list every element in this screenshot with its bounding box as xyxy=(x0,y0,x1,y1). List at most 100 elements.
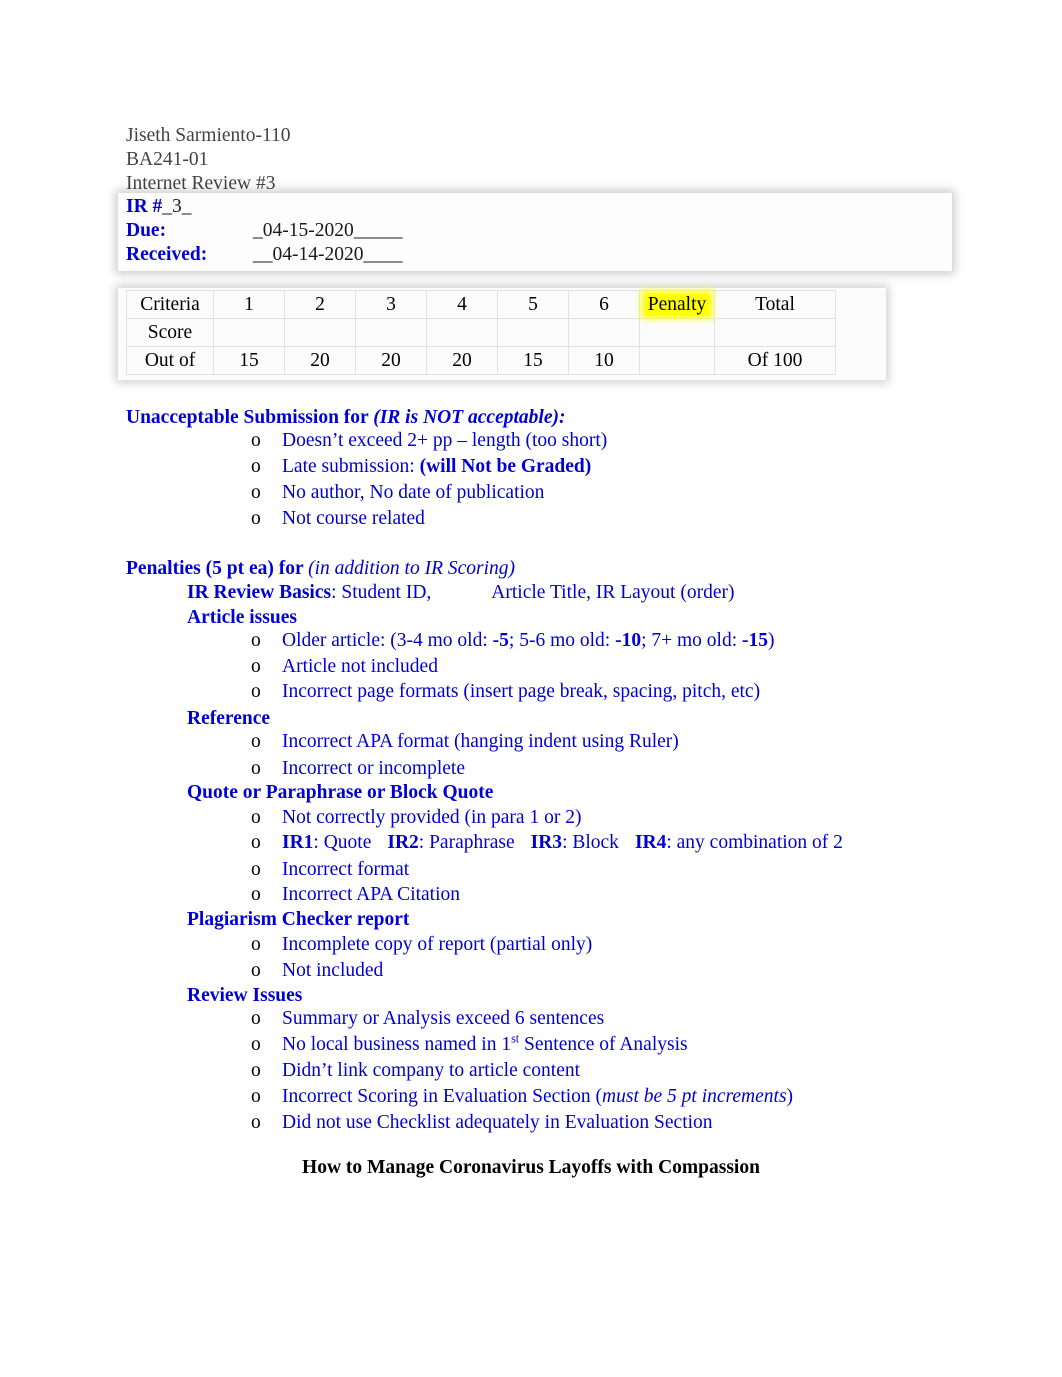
older-article-value-3: -15 xyxy=(742,630,768,651)
outof-col-5: 15 xyxy=(497,346,569,375)
list-item: o Incorrect page formats (insert page br… xyxy=(251,679,760,704)
older-article-end: ) xyxy=(768,630,775,651)
bullet-marker-icon: o xyxy=(251,807,261,828)
ir-number-line: IR #_3_ xyxy=(126,195,403,219)
subheading-review-issues: Review Issues xyxy=(187,985,303,1006)
older-article-mid-2: ; 7+ mo old: xyxy=(641,630,742,651)
quote-ir4-rest: : any combination of 2 xyxy=(666,832,843,853)
list-item: o Incorrect APA Citation xyxy=(251,882,460,907)
quote-item-3: Incorrect format xyxy=(282,859,410,880)
bullet-marker-icon: o xyxy=(251,508,261,529)
table-row-criteria: Criteria 1 2 3 4 5 6 Penalty Total xyxy=(126,290,836,319)
score-col-penalty[interactable] xyxy=(639,318,715,347)
outof-col-1: 15 xyxy=(213,346,285,375)
quote-ir2-label: IR2 xyxy=(387,832,419,853)
bullet-marker-icon: o xyxy=(251,630,261,651)
score-col-total[interactable] xyxy=(714,318,836,347)
ir-number-value: _3_ xyxy=(162,196,192,217)
unacceptable-heading-bold: Unacceptable Submission for xyxy=(126,407,374,428)
assignment-name: Internet Review #3 xyxy=(126,172,276,194)
list-item: o No local business named in 1st Sentenc… xyxy=(251,1032,688,1057)
bullet-marker-icon: o xyxy=(251,656,261,677)
article-item-1: Article not included xyxy=(282,656,438,677)
criteria-col-4: 4 xyxy=(426,290,498,319)
criteria-table-wrapper: Criteria 1 2 3 4 5 6 Penalty Total Score xyxy=(118,288,886,380)
bullet-marker-icon: o xyxy=(251,430,261,451)
bullet-marker-icon: o xyxy=(251,1034,261,1055)
article-item-2: Incorrect page formats (insert page brea… xyxy=(282,681,761,702)
list-item: o Not correctly provided (in para 1 or 2… xyxy=(251,805,581,830)
ir-number-label: IR # xyxy=(126,196,163,217)
score-col-5[interactable] xyxy=(497,318,569,347)
document-header: Jiseth Sarmiento-110 BA241-01 Internet R… xyxy=(126,124,290,195)
quote-ir3-rest: : Block xyxy=(562,832,619,853)
review-item-3: Didn’t link company to article content xyxy=(282,1060,581,1081)
quote-ir-mapping: IR1: Quote IR2: Paraphrase IR3: Block IR4: … xyxy=(282,830,843,855)
bullet-marker-icon: o xyxy=(251,832,261,853)
list-item: o Not course related xyxy=(251,506,425,531)
row-label-criteria: Criteria xyxy=(126,290,214,319)
list-item: o Not included xyxy=(251,958,383,983)
unacceptable-item-3: No author, No date of publication xyxy=(282,482,545,503)
unacceptable-item-1: Doesn’t exceed 2+ pp – length (too short… xyxy=(282,430,608,451)
criteria-col-3: 3 xyxy=(355,290,427,319)
review-item-4-post: ) xyxy=(786,1086,794,1107)
review-item-4: Incorrect Scoring in Evaluation Section … xyxy=(282,1084,793,1109)
list-item: o No author, No date of publication xyxy=(251,480,544,505)
bullet-marker-icon: o xyxy=(251,934,261,955)
plagiarism-item-2: Not included xyxy=(282,960,384,981)
bullet-marker-icon: o xyxy=(251,884,261,905)
course-code: BA241-01 xyxy=(126,148,209,170)
bullet-marker-icon: o xyxy=(251,731,261,752)
list-item: o Did not use Checklist adequately in Ev… xyxy=(251,1110,713,1135)
row-label-out-of: Out of xyxy=(126,346,214,375)
bullet-marker-icon: o xyxy=(251,1008,261,1029)
bullet-marker-icon: o xyxy=(251,482,261,503)
subheading-article-issues: Article issues xyxy=(187,607,297,628)
list-item: o Incorrect Scoring in Evaluation Sectio… xyxy=(251,1084,793,1109)
outof-col-6: 10 xyxy=(568,346,640,375)
penalties-heading-bold: Penalties (5 pt ea) for xyxy=(126,558,309,579)
received-line: Received: __04-14-2020____ xyxy=(126,243,403,267)
due-label: Due: xyxy=(126,220,167,242)
ir-info-box: IR #_3_ Due: _04-15-2020_____ Received: __… xyxy=(118,193,952,271)
penalty-highlight: Penalty xyxy=(644,294,710,315)
bullet-marker-icon: o xyxy=(251,681,261,702)
score-col-6[interactable] xyxy=(568,318,640,347)
review-item-2-pre: No local business named in 1 xyxy=(282,1034,512,1055)
list-item: o Summary or Analysis exceed 6 sentences xyxy=(251,1006,604,1031)
unacceptable-item-2-bold: (will Not be Graded) xyxy=(419,456,592,477)
outof-col-4: 20 xyxy=(426,346,498,375)
ir-review-basics-part1: : Student ID, xyxy=(331,582,432,603)
due-line: Due: _04-15-2020_____ xyxy=(126,219,403,243)
list-item: o Didn’t link company to article content xyxy=(251,1058,580,1083)
score-col-2[interactable] xyxy=(284,318,356,347)
row-label-score: Score xyxy=(126,318,214,347)
criteria-table: Criteria 1 2 3 4 5 6 Penalty Total Score xyxy=(126,290,836,375)
quote-item-1: Not correctly provided (in para 1 or 2) xyxy=(282,807,582,828)
quote-ir3-label: IR3 xyxy=(530,832,563,853)
review-item-5: Did not use Checklist adequately in Eval… xyxy=(282,1112,713,1133)
unacceptable-item-2: Late submission: (will Not be Graded) xyxy=(282,454,591,479)
quote-ir1-rest: : Quote xyxy=(313,832,372,853)
score-col-1[interactable] xyxy=(213,318,285,347)
score-col-4[interactable] xyxy=(426,318,498,347)
older-article-value-2: -10 xyxy=(615,630,642,651)
ir-info-lines: IR #_3_ Due: _04-15-2020_____ Received: __… xyxy=(126,195,403,268)
table-row-score: Score xyxy=(126,318,836,347)
bullet-marker-icon: o xyxy=(251,1086,261,1107)
subheading-plagiarism: Plagiarism Checker report xyxy=(187,909,410,930)
outof-col-total: Of 100 xyxy=(714,346,836,375)
older-article-pre: Older article: (3-4 mo old: xyxy=(282,630,493,651)
review-item-2-post: Sentence of Analysis xyxy=(519,1034,688,1055)
table-row-out-of: Out of 15 20 20 20 15 10 Of 100 xyxy=(126,346,836,375)
list-item: o Incorrect format xyxy=(251,857,409,882)
older-article-value-1: -5 xyxy=(492,630,509,651)
unacceptable-heading-italic: (IR is NOT acceptable): xyxy=(373,407,566,428)
score-col-3[interactable] xyxy=(355,318,427,347)
unacceptable-item-2-plain: Late submission: xyxy=(282,456,420,477)
reference-item-2: Incorrect or incomplete xyxy=(282,758,465,779)
review-item-4-pre: Incorrect Scoring in Evaluation Section … xyxy=(282,1086,603,1107)
due-value: _04-15-2020_____ xyxy=(253,220,403,242)
criteria-col-5: 5 xyxy=(497,290,569,319)
